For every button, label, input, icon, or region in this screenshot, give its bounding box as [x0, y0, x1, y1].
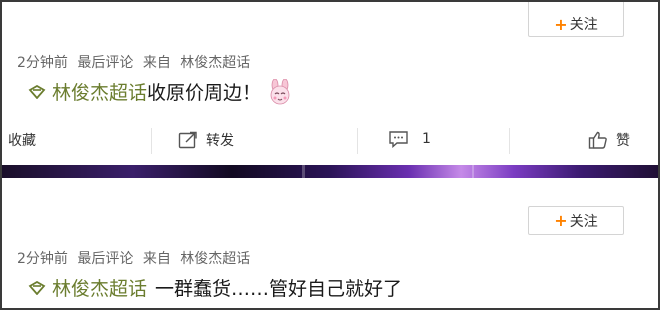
follow-label: 关注: [569, 17, 598, 33]
bunny-emoji-icon: [270, 78, 290, 104]
post-source-link[interactable]: 林俊杰超话: [180, 55, 250, 71]
post-text: 一群蠢货……管好自己就好了: [155, 278, 403, 300]
thumbs-up-icon: [588, 131, 607, 149]
banner-streak: [302, 165, 305, 178]
follow-button[interactable]: + 关注: [528, 2, 624, 37]
favorite-action[interactable]: 收藏: [8, 130, 36, 150]
supertopic-icon: [28, 280, 46, 295]
like-label: 赞: [616, 133, 630, 149]
supertopic-icon: [28, 84, 46, 99]
action-bar: 收藏 转发 1 赞: [2, 124, 658, 158]
topic-link[interactable]: 林俊杰超话: [28, 274, 147, 301]
post-time: 2分钟前: [17, 251, 68, 267]
post-sort: 最后评论: [77, 251, 134, 267]
post-meta: 2分钟前 最后评论 来自 林俊杰超话: [17, 248, 255, 268]
forward-label: 转发: [206, 133, 234, 149]
post-source-prefix: 来自: [142, 251, 171, 267]
post-content: 林俊杰超话 收原价周边！: [28, 78, 293, 105]
banner-streak: [472, 165, 474, 178]
topic-link[interactable]: 林俊杰超话: [28, 78, 147, 105]
post-content: 林俊杰超话 一群蠢货……管好自己就好了: [28, 274, 402, 301]
post-text: 收原价周边！: [147, 82, 262, 104]
post-image-banner[interactable]: [2, 165, 658, 178]
favorite-label: 收藏: [8, 133, 36, 149]
action-divider: [509, 128, 510, 154]
comment-count: 1: [422, 131, 431, 147]
comment-action[interactable]: 1: [388, 130, 431, 148]
post-time: 2分钟前: [17, 55, 68, 71]
follow-label: 关注: [569, 213, 598, 230]
like-action[interactable]: 赞: [588, 130, 630, 150]
comment-icon: [389, 131, 408, 148]
forward-action[interactable]: 转发: [178, 130, 234, 150]
plus-icon: +: [554, 211, 568, 230]
feed-frame: + 关注 2分钟前 最后评论 来自 林俊杰超话 林俊杰超话 收原价周边！ 收藏 …: [0, 0, 660, 310]
topic-label: 林俊杰超话: [52, 82, 148, 104]
post-sort: 最后评论: [77, 55, 134, 71]
action-divider: [151, 128, 152, 154]
post-card: + 关注 2分钟前 最后评论 来自 林俊杰超话 林俊杰超话 一群蠢货……管好自己…: [2, 178, 658, 308]
topic-label: 林俊杰超话: [52, 278, 148, 300]
post-card: + 关注 2分钟前 最后评论 来自 林俊杰超话 林俊杰超话 收原价周边！ 收藏 …: [2, 2, 658, 165]
forward-icon: [178, 131, 197, 149]
post-source-link[interactable]: 林俊杰超话: [180, 251, 250, 267]
post-meta: 2分钟前 最后评论 来自 林俊杰超话: [17, 52, 255, 72]
post-source-prefix: 来自: [142, 55, 171, 71]
plus-icon: +: [554, 14, 568, 34]
action-divider: [357, 128, 358, 154]
follow-button[interactable]: + 关注: [528, 206, 624, 235]
